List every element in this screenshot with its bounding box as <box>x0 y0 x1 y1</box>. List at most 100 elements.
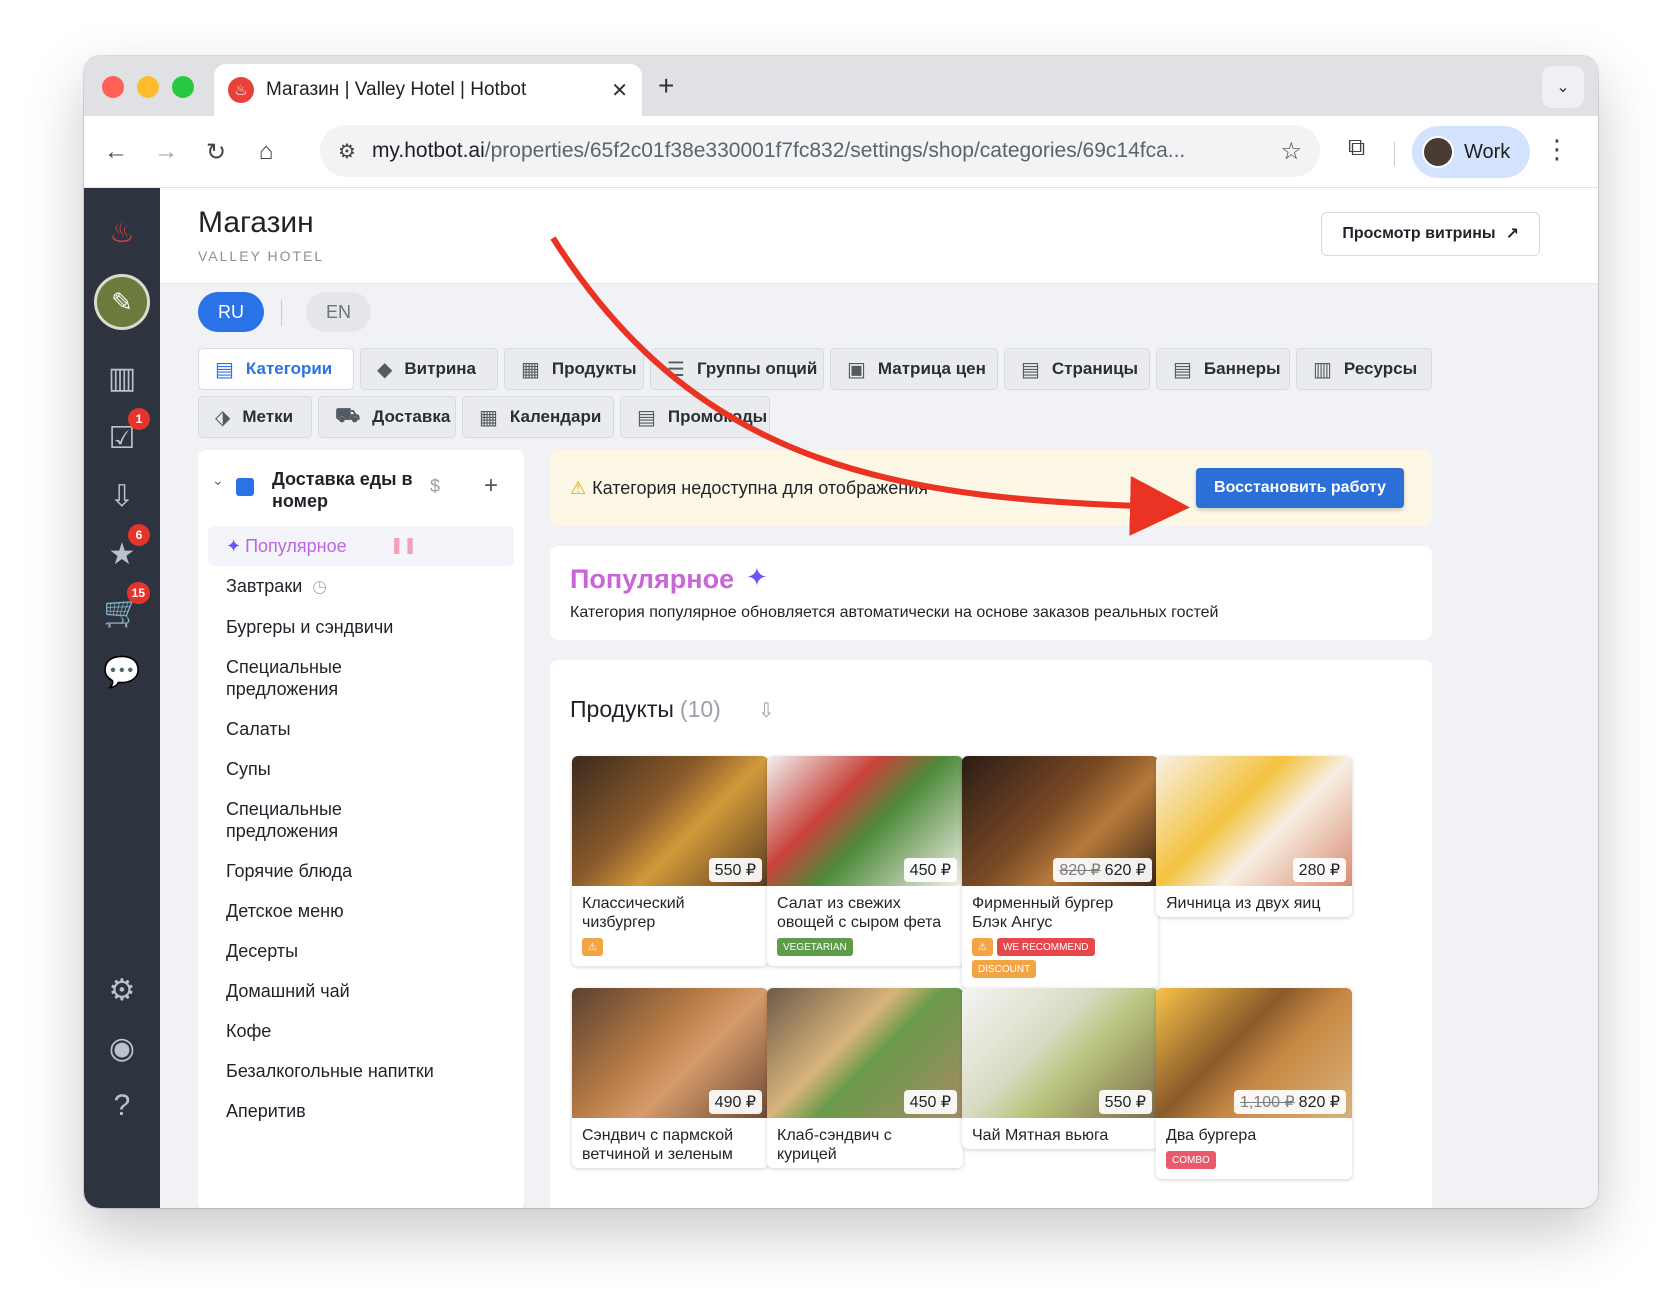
tab-3[interactable]: ☰ Группы опций <box>650 348 824 390</box>
sidebar-item[interactable]: Супы <box>208 749 514 789</box>
product-tags: ⚠ <box>572 936 768 966</box>
sidebar-item[interactable]: ✦ Популярное ❚❚ <box>208 526 514 566</box>
product-card[interactable]: 490 ₽ Сэндвич с пармской ветчиной и зелен… <box>572 988 768 1168</box>
hotbot-logo-icon[interactable]: ♨ <box>98 208 146 256</box>
promo-icon: ▤ <box>637 406 656 429</box>
clock-icon: ◷ <box>312 577 328 596</box>
product-card[interactable]: 820 ₽620 ₽ Фирменный бургер Блэк Ангус ⚠ WE… <box>962 756 1158 988</box>
product-card[interactable]: 450 ₽ Салат из свежих овощей с сыром фета… <box>767 756 963 966</box>
tab-7[interactable]: ▥ Ресурсы <box>1296 348 1432 390</box>
sidebar-item-label: Аперитив <box>226 1101 306 1121</box>
tab-10[interactable]: ▦ Календари <box>462 396 614 438</box>
category-list: ✦ Популярное ❚❚ Завтраки ◷ Бургеры и сэндвичи… <box>198 526 524 1131</box>
sidebar-item[interactable]: Салаты <box>208 709 514 749</box>
minimize-window-button[interactable] <box>137 76 159 98</box>
tasks-badge: 1 <box>128 408 150 430</box>
browser-menu-icon[interactable]: ⋮ <box>1544 134 1570 165</box>
add-category-icon[interactable]: + <box>484 472 498 500</box>
sidebar-item[interactable]: Аперитив <box>208 1091 514 1131</box>
alert-message: ⚠ Категория недоступна для отображения <box>570 478 929 498</box>
tab-label: Доставка <box>372 407 451 426</box>
extensions-icon[interactable]: ⧉ <box>1348 134 1365 162</box>
products-icon: ▦ <box>521 358 540 381</box>
price-label: 820 ₽620 ₽ <box>1053 858 1152 882</box>
restore-button[interactable]: Восстановить работу <box>1196 468 1404 508</box>
chat-icon[interactable]: 💬 <box>98 648 146 696</box>
product-card[interactable]: 1,100 ₽820 ₽ Два бургера COMBO <box>1156 988 1352 1179</box>
help-icon[interactable]: ? <box>98 1082 146 1130</box>
browser-tab[interactable]: ♨ Магазин | Valley Hotel | Hotbot ✕ <box>214 64 642 116</box>
analytics-icon[interactable]: ▥ <box>98 354 146 402</box>
store-icon: ▤ <box>215 358 234 381</box>
category-group-title: Доставка еды в номер <box>272 469 413 511</box>
profile-label: Work <box>1464 140 1511 163</box>
bookmark-star-icon[interactable]: ☆ <box>1280 137 1302 166</box>
warning-icon: ⚠ <box>570 478 587 498</box>
profile-button[interactable]: Work <box>1412 126 1530 178</box>
sidebar-item[interactable]: Специальные предложения <box>208 647 408 709</box>
download-icon[interactable]: ⇩ <box>758 698 775 723</box>
settings-gear-icon[interactable]: ⚙ <box>98 966 146 1014</box>
forward-icon[interactable]: → <box>148 134 184 170</box>
product-card[interactable]: 550 ₽ Чай Мятная вьюга <box>962 988 1158 1149</box>
url-text[interactable]: my.hotbot.ai/properties/65f2c01f38e33000… <box>372 139 1265 163</box>
product-tag: ⚠ <box>972 938 993 956</box>
category-sidebar: ⌄ Доставка еды в номер $ + ✦ Популярное ❚❚… <box>198 450 524 1208</box>
sidebar-item[interactable]: Домашний чай <box>208 971 514 1011</box>
resources-icon: ▥ <box>1313 358 1332 381</box>
inbox-icon[interactable]: ⇩ <box>98 472 146 520</box>
chevron-down-icon[interactable]: ⌄ <box>212 472 224 489</box>
tab-8[interactable]: ⬗ Метки <box>198 396 312 438</box>
tab-9[interactable]: ⛟ Доставка <box>318 396 456 438</box>
cart-icon[interactable]: 🛒 15 <box>98 582 150 636</box>
address-bar[interactable]: ⚙ my.hotbot.ai/properties/65f2c01f38e330… <box>320 125 1320 177</box>
tasks-icon[interactable]: ☑ 1 <box>98 408 150 462</box>
sidebar-item[interactable]: Бургеры и сэндвичи <box>208 607 514 647</box>
price-label: 450 ₽ <box>903 858 957 882</box>
close-window-button[interactable] <box>102 76 124 98</box>
tab-11[interactable]: ▤ Промокоды <box>620 396 770 438</box>
category-group-header[interactable]: ⌄ Доставка еды в номер $ + <box>198 450 524 520</box>
pages-icon: ▤ <box>1021 358 1040 381</box>
site-settings-icon[interactable]: ⚙ <box>338 139 356 164</box>
property-avatar[interactable]: ✎ <box>94 274 150 330</box>
tab-search-icon[interactable]: ⌄ <box>1542 66 1584 108</box>
product-image: 450 ₽ <box>767 756 963 886</box>
preview-storefront-button[interactable]: Просмотр витрины ↗ <box>1321 212 1540 256</box>
sidebar-item[interactable]: Кофе <box>208 1011 514 1051</box>
product-card[interactable]: 280 ₽ Яичница из двух яиц <box>1156 756 1352 917</box>
reviews-icon[interactable]: ★ 6 <box>98 524 150 578</box>
avatar <box>1422 136 1454 168</box>
category-unavailable-alert: ⚠ Категория недоступна для отображения Во… <box>550 450 1432 526</box>
product-card[interactable]: 450 ₽ Клаб-сэндвич с курицей <box>767 988 963 1168</box>
sidebar-item-label: Десерты <box>226 941 299 961</box>
product-tag: DISCOUNT <box>972 960 1037 978</box>
tab-5[interactable]: ▤ Страницы <box>1004 348 1150 390</box>
sidebar-item[interactable]: Горячие блюда <box>208 851 514 891</box>
sidebar-item[interactable]: Десерты <box>208 931 514 971</box>
back-icon[interactable]: ← <box>98 134 134 170</box>
lang-en-button[interactable]: EN <box>306 292 372 332</box>
new-tab-icon[interactable]: + <box>658 70 674 102</box>
dollar-icon[interactable]: $ <box>430 476 440 497</box>
browser-window: ♨ Магазин | Valley Hotel | Hotbot ✕ + ⌄ … <box>84 56 1598 1208</box>
lang-ru-button[interactable]: RU <box>198 292 264 332</box>
reload-icon[interactable]: ↻ <box>198 134 234 170</box>
sidebar-item[interactable]: Специальные предложения <box>208 789 408 851</box>
product-tags: VEGETARIAN <box>767 936 963 966</box>
close-tab-icon[interactable]: ✕ <box>611 78 628 103</box>
maximize-window-button[interactable] <box>172 76 194 98</box>
tab-2[interactable]: ▦ Продукты <box>504 348 644 390</box>
tab-1[interactable]: ◆ Витрина <box>360 348 498 390</box>
sidebar-item[interactable]: Завтраки ◷ <box>208 566 514 607</box>
tab-0[interactable]: ▤ Категории <box>198 348 354 390</box>
sidebar-item[interactable]: Безалкогольные напитки <box>208 1051 514 1091</box>
toolbar-divider <box>1394 142 1395 166</box>
home-icon[interactable]: ⌂ <box>248 134 284 170</box>
tab-4[interactable]: ▣ Матрица цен <box>830 348 998 390</box>
product-card[interactable]: 550 ₽ Классический чизбургер ⚠ <box>572 756 768 966</box>
sidebar-item[interactable]: Детское меню <box>208 891 514 931</box>
tab-6[interactable]: ▤ Баннеры <box>1156 348 1290 390</box>
account-icon[interactable]: ◉ <box>98 1024 146 1072</box>
sidebar-item-label: Специальные предложения <box>226 657 342 699</box>
